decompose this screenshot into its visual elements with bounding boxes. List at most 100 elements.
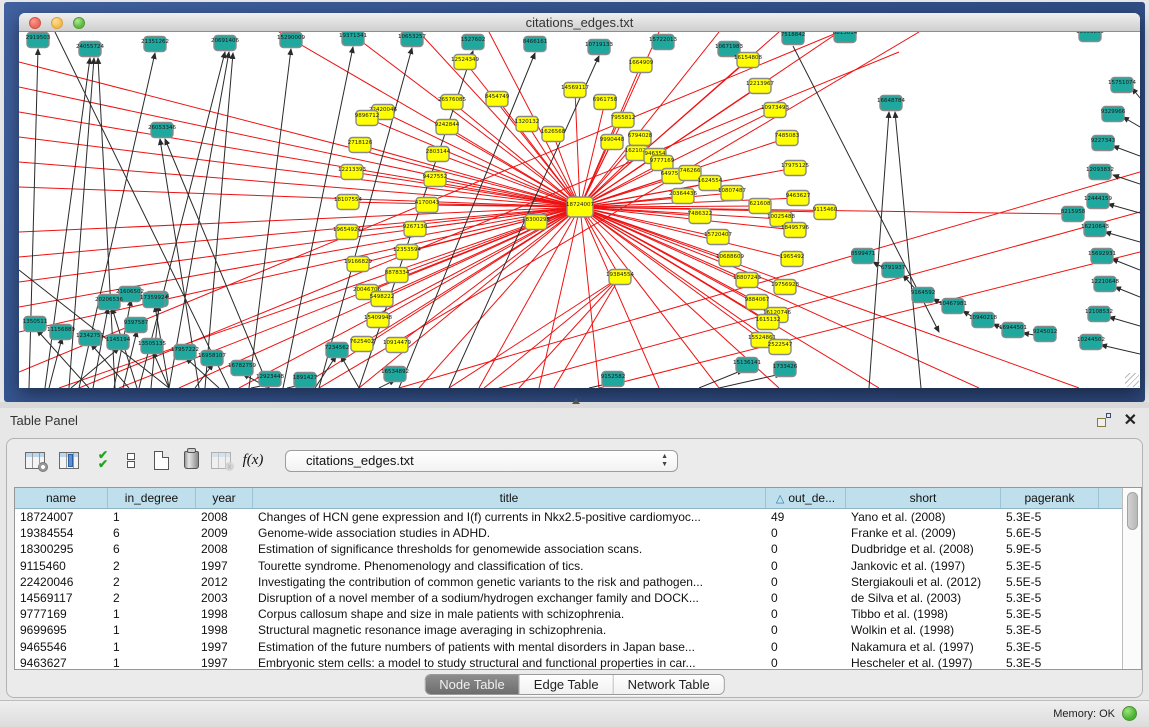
table-cell: 5.3E-5 — [1001, 591, 1099, 605]
citation-edge-black — [1123, 117, 1140, 127]
show-column-button[interactable] — [56, 447, 82, 473]
tab-node-table[interactable]: Node Table — [425, 675, 520, 694]
graph-node-label: 1965492 — [780, 254, 805, 260]
table-row[interactable]: 977716911998Corpus callosum shape and si… — [15, 606, 1123, 622]
table-row[interactable]: 946362711997Embryonic stem cells: a mode… — [15, 655, 1123, 671]
table-cell: Estimation of significance thresholds fo… — [253, 542, 766, 556]
table-cell: 9463627 — [15, 656, 108, 670]
window-resize-grip[interactable] — [1125, 373, 1139, 387]
tab-edge-table[interactable]: Edge Table — [520, 675, 614, 694]
graph-node-label: 7955812 — [611, 115, 636, 121]
table-cell: 19384554 — [15, 526, 108, 540]
citation-graph[interactable]: 2919503240557242135126220691406152900091… — [19, 32, 1140, 388]
table-row[interactable]: 1456911722003Disruption of a novel membe… — [15, 590, 1123, 606]
table-cell: Disruption of a novel member of a sodium… — [253, 591, 766, 605]
table-cell: 14569117 — [15, 591, 108, 605]
graph-node-label: 16648784 — [877, 98, 905, 104]
network-view-canvas[interactable]: 2919503240557242135126220691406152900091… — [19, 32, 1140, 388]
graph-node-label: 7234562 — [325, 345, 350, 351]
function-builder-button[interactable]: f(x) — [240, 447, 266, 473]
graph-node-label: 8813014 — [833, 32, 858, 36]
table-cell: 1997 — [196, 656, 253, 670]
table-scrollbar[interactable] — [1122, 488, 1141, 669]
table-row[interactable]: 2242004622012Investigating the contribut… — [15, 574, 1123, 590]
column-header-name[interactable]: name — [15, 488, 108, 508]
table-mode-button[interactable] — [22, 447, 48, 473]
clear-selection-button[interactable] — [118, 447, 144, 473]
trash-icon — [184, 451, 199, 469]
table-cell: 5.3E-5 — [1001, 559, 1099, 573]
graph-node-label: 20691406 — [211, 38, 239, 44]
citation-edge-black — [1101, 345, 1140, 354]
graph-node-label: 7625402 — [350, 339, 375, 345]
close-panel-icon[interactable]: ✕ — [1124, 410, 1137, 430]
graph-node-label: 6794028 — [628, 133, 653, 139]
graph-node-label: 12444159 — [1084, 196, 1112, 202]
table-cell: 0 — [766, 559, 846, 573]
table-cell: Jankovic et al. (1997) — [846, 559, 1001, 573]
graph-node-label: 12093832 — [1086, 167, 1114, 173]
graph-node-label: 1664909 — [629, 60, 654, 66]
graph-node-label: 17957222 — [171, 347, 199, 353]
table-cell: Changes of HCN gene expression and I(f) … — [253, 510, 766, 524]
graph-node-label: 9227343 — [1091, 138, 1116, 144]
table-cell: 0 — [766, 542, 846, 556]
graph-node-label: 12213393 — [338, 167, 366, 173]
table-cell: Investigating the contribution of common… — [253, 575, 766, 589]
table-toolbar: ✔✔ x f(x) citations_edges.txt ▲▼ — [0, 447, 1149, 475]
network-table-select[interactable]: citations_edges.txt ▲▼ — [285, 450, 678, 472]
graph-node-label: 9463627 — [786, 193, 811, 199]
graph-node-label: 1145194 — [106, 337, 131, 343]
table-cell: 2 — [108, 591, 196, 605]
table-cell: 5.3E-5 — [1001, 623, 1099, 637]
network-window[interactable]: citations_edges.txt 29195032405572421351… — [19, 13, 1140, 388]
table-row[interactable]: 911546021997Tourette syndrome. Phenomeno… — [15, 558, 1123, 574]
delete-table-button[interactable] — [178, 447, 204, 473]
graph-node-label: 16958107 — [198, 353, 226, 359]
graph-node-label: 10973493 — [761, 105, 789, 111]
table-cell: Stergiakouli et al. (2012) — [846, 575, 1001, 589]
table-cell: 5.3E-5 — [1001, 607, 1099, 621]
column-header-year[interactable]: year — [196, 488, 253, 508]
table-mode-icon — [25, 452, 45, 469]
network-window-titlebar[interactable]: citations_edges.txt — [19, 13, 1140, 32]
citation-edge-black — [1112, 259, 1140, 270]
delete-column-button[interactable]: x — [208, 447, 234, 473]
graph-node-label: 9884067 — [745, 297, 770, 303]
column-header-short[interactable]: short — [846, 488, 1001, 508]
table-cell: 1997 — [196, 559, 253, 573]
memory-ok-icon — [1122, 706, 1137, 721]
column-header-in-degree[interactable]: in_degree — [108, 488, 196, 508]
table-cell: 5.3E-5 — [1001, 640, 1099, 654]
tab-network-table[interactable]: Network Table — [614, 675, 724, 694]
table-row[interactable]: 946554611997Estimation of the future num… — [15, 639, 1123, 655]
sort-ascending-icon: △ — [776, 492, 784, 505]
table-row[interactable]: 1830029562008Estimation of significance … — [15, 541, 1123, 557]
splitter-handle-icon — [572, 398, 580, 404]
graph-node-label: 9896712 — [355, 113, 380, 119]
citation-edge-black — [195, 364, 213, 388]
column-header-title[interactable]: title — [253, 488, 766, 508]
table-cell: 18724007 — [15, 510, 108, 524]
new-table-button[interactable] — [148, 447, 174, 473]
graph-node-label: 10671983 — [715, 44, 743, 50]
table-scrollbar-thumb[interactable] — [1127, 492, 1138, 530]
graph-node-label: 16944501 — [999, 325, 1027, 331]
graph-node-label: 15751074 — [1108, 80, 1136, 86]
table-cell: 1 — [108, 607, 196, 621]
graph-node-label: 18107554 — [334, 197, 362, 203]
table-row[interactable]: 1938455462009Genome-wide association stu… — [15, 525, 1123, 541]
graph-node-label: 9164592 — [911, 290, 936, 296]
graph-node-label: 9115460 — [813, 207, 838, 213]
graph-node-label: 12524349 — [451, 57, 479, 63]
graph-node-label: 15692931 — [1088, 251, 1116, 257]
graph-node-label: 16210643 — [1081, 224, 1109, 230]
float-panel-icon[interactable] — [1097, 413, 1111, 427]
table-row[interactable]: 1872400712008Changes of HCN gene express… — [15, 509, 1123, 525]
column-header-out-de-[interactable]: △out_de... — [766, 488, 846, 508]
graph-node-label: 1320132 — [515, 119, 540, 125]
citation-edge-red — [580, 60, 748, 207]
column-header-pagerank[interactable]: pagerank — [1001, 488, 1099, 508]
table-row[interactable]: 969969511998Structural magnetic resonanc… — [15, 622, 1123, 638]
select-all-button[interactable]: ✔✔ — [90, 447, 116, 473]
